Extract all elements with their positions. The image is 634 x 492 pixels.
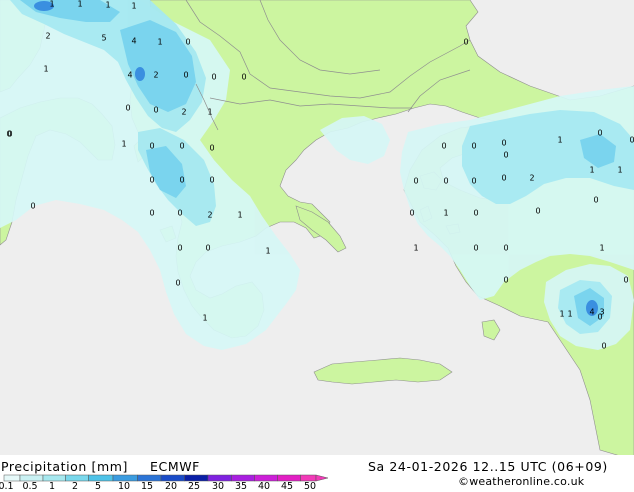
precip-value-label: 0	[149, 142, 154, 151]
legend-tick-label: 0.5	[22, 481, 38, 492]
precip-value-label: 0	[125, 104, 130, 113]
precip-value-label: 2	[207, 211, 212, 220]
precip-value-label: 0	[409, 209, 414, 218]
legend-tick-label: 2	[71, 481, 79, 492]
legend-tick-label: 35	[234, 481, 248, 492]
precip-value-label: 4	[131, 37, 136, 46]
precip-value-label: 0	[177, 244, 182, 253]
precip-value-label: 1	[567, 310, 572, 319]
precip-value-label: 1	[617, 166, 622, 175]
precip-value-label: 0	[501, 139, 506, 148]
precip-value-label: 0	[6, 130, 11, 139]
precip-value-label: 1	[49, 0, 54, 9]
precipitation-map: 1 1 1 12 5 4 1 014 2 0 0 00 0 2 11 0 0 000 0 0020 0 10 0 10100 0…	[0, 0, 634, 455]
legend-tick-label: 25	[187, 481, 201, 492]
precip-value-label: 0	[535, 207, 540, 216]
precip-value-label: 0	[211, 73, 216, 82]
precip-value-label: 0	[179, 176, 184, 185]
precip-value-label: 1	[559, 310, 564, 319]
precip-value-label: 1	[599, 244, 604, 253]
precip-value-label: 5	[101, 34, 106, 43]
legend-tick-label: 10	[117, 481, 131, 492]
title: Precipitation [mm]	[1, 459, 129, 474]
precip-value-label: 0	[503, 151, 508, 160]
precip-value-label: 0	[179, 142, 184, 151]
legend-overflow-arrow	[315, 474, 329, 482]
precip-value-label: 0	[149, 209, 154, 218]
precip-value-label: 0	[473, 209, 478, 218]
precip-value-label: 1	[413, 244, 418, 253]
legend-tick-label: 30	[211, 481, 225, 492]
precip-value-label: 0	[183, 71, 188, 80]
precip-value-label: 1	[157, 38, 162, 47]
precip-value-label: 0	[177, 209, 182, 218]
precip-value-label: 4	[127, 71, 132, 80]
legend-tick-label: 45	[280, 481, 294, 492]
precip-max-albania	[135, 67, 145, 81]
legend-tick-label: 0.1	[0, 481, 14, 492]
precip-value-label: 1	[77, 0, 82, 9]
precip-value-label: 0	[503, 244, 508, 253]
precip-value-label: 2	[153, 71, 158, 80]
precip-value-label: 1	[202, 314, 207, 323]
legend-tick-label: 50	[303, 481, 317, 492]
precip-value-label: 1	[131, 2, 136, 11]
precip-value-label: 0	[209, 144, 214, 153]
precip-value-label: 3	[599, 308, 604, 317]
precip-value-label: 2	[45, 32, 50, 41]
model-name: ECMWF	[150, 459, 200, 474]
precip-value-label: 0	[629, 136, 634, 145]
precip-value-label: 1	[207, 108, 212, 117]
precip-value-label: 0	[471, 142, 476, 151]
precip-value-label: 0	[205, 244, 210, 253]
precip-value-label: 0	[503, 276, 508, 285]
precip-value-label: 1	[589, 166, 594, 175]
precip-value-label: 0	[209, 176, 214, 185]
precip-value-label: 0	[473, 244, 478, 253]
precip-value-label: 1	[105, 1, 110, 10]
legend-tick-label: 5	[94, 481, 102, 492]
precip-value-label: 1	[443, 209, 448, 218]
precip-value-label: 0	[153, 106, 158, 115]
credit: ©weatheronline.co.uk	[458, 475, 585, 488]
precip-value-label: 0	[413, 177, 418, 186]
precip-value-label: 0	[441, 142, 446, 151]
precip-value-label: 0	[597, 129, 602, 138]
precip-value-label: 0	[241, 73, 246, 82]
precip-value-label: 0	[463, 38, 468, 47]
precip-value-label: 0	[149, 176, 154, 185]
precip-value-label: 4	[589, 308, 594, 317]
precip-value-label: 1	[265, 247, 270, 256]
precip-value-label: 0	[623, 276, 628, 285]
precip-value-label: 0	[593, 196, 598, 205]
precip-value-label: 2	[529, 174, 534, 183]
precip-value-label: 0	[601, 342, 606, 351]
precip-value-label: 0	[471, 177, 476, 186]
precip-value-label: 0	[30, 202, 35, 211]
legend-tick-label: 20	[164, 481, 178, 492]
valid-time: Sa 24-01-2026 12..15 UTC (06+09)	[368, 459, 608, 474]
precip-value-label: 1	[237, 211, 242, 220]
precip-value-label: 0	[175, 279, 180, 288]
precip-value-label: 2	[181, 108, 186, 117]
precip-value-label: 1	[43, 65, 48, 74]
precip-value-label: 0	[501, 174, 506, 183]
precip-value-label: 0	[185, 38, 190, 47]
legend-tick-label: 15	[140, 481, 154, 492]
precip-value-label: 0	[443, 177, 448, 186]
legend-tick-label: 40	[257, 481, 271, 492]
legend-tick-label: 1	[48, 481, 56, 492]
precip-value-label: 1	[557, 136, 562, 145]
precip-value-label: 1	[121, 140, 126, 149]
